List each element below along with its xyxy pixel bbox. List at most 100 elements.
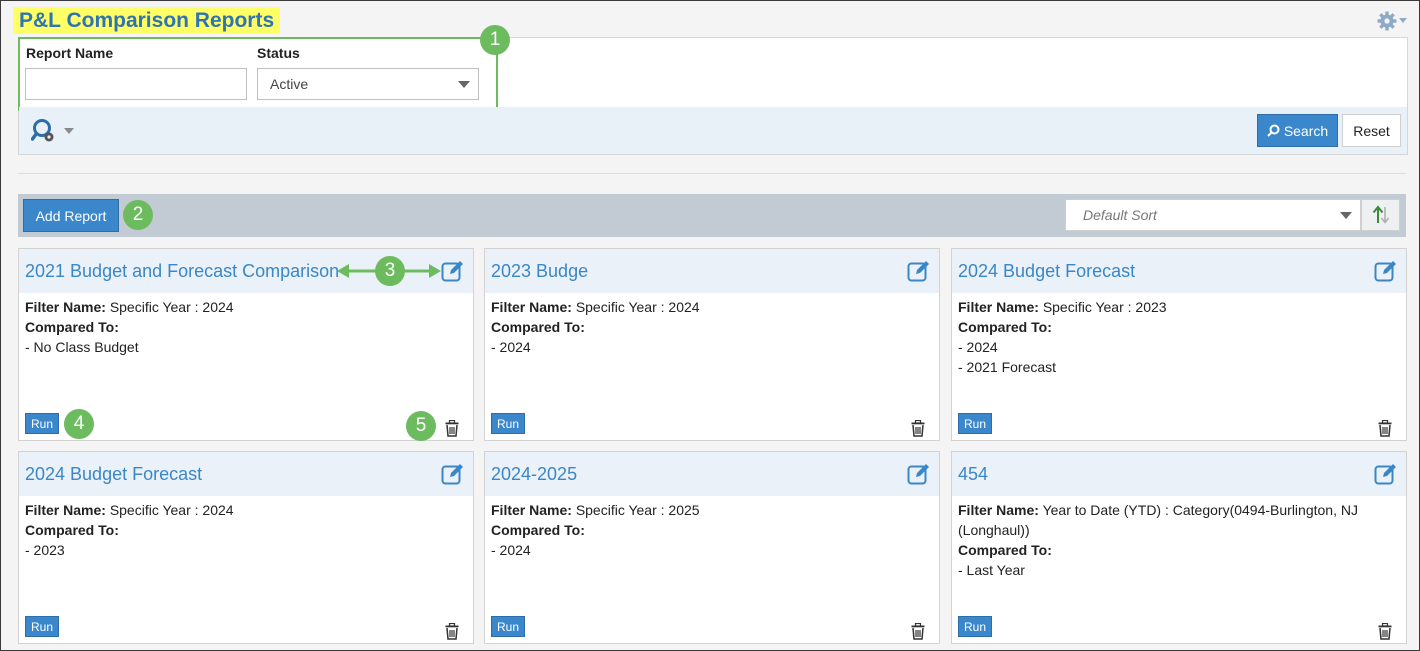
status-select[interactable]: Active — [257, 68, 479, 100]
report-details: Filter Name: Specific Year : 2025 Compar… — [491, 500, 931, 560]
page-title: P&L Comparison Reports — [13, 7, 281, 34]
app-frame: P&L Comparison Reports Report Name Statu… — [0, 0, 1420, 651]
edit-icon[interactable] — [441, 463, 465, 485]
report-name-input[interactable] — [25, 68, 247, 100]
report-card: 2024-2025 Filter Name: Specific Year : 2… — [484, 451, 940, 644]
chevron-down-icon — [1399, 18, 1407, 23]
compared-item: - No Class Budget — [25, 339, 139, 355]
filter-name-label: Filter Name: — [25, 502, 106, 518]
filter-name-line: Filter Name: Specific Year : 2023 — [958, 297, 1398, 317]
compared-item: - Last Year — [958, 562, 1025, 578]
filter-fields-group: Report Name Status Active — [18, 37, 498, 111]
report-title-link[interactable]: 2024 Budget Forecast — [958, 261, 1135, 282]
compared-item: - 2024 — [491, 542, 531, 558]
edit-icon[interactable] — [907, 463, 931, 485]
sort-direction-button[interactable] — [1361, 199, 1400, 231]
settings-menu[interactable] — [1377, 11, 1407, 31]
filter-name-line: Filter Name: Year to Date (YTD) : Catego… — [958, 500, 1358, 540]
run-button[interactable]: Run — [25, 616, 59, 637]
report-details: Filter Name: Specific Year : 2023 Compar… — [958, 297, 1398, 377]
report-card: 2023 Budge Filter Name: Specific Year : … — [484, 248, 940, 441]
report-card-header: 2023 Budge — [485, 249, 939, 293]
section-divider — [18, 173, 1406, 174]
filter-name-label: Filter Name: — [491, 299, 572, 315]
filter-name-label: Filter Name: — [491, 502, 572, 518]
filter-name-line: Filter Name: Specific Year : 2025 — [491, 500, 931, 520]
report-name-label: Report Name — [26, 45, 114, 61]
report-card-header: 454 — [952, 452, 1406, 496]
report-title-link[interactable]: 2021 Budget and Forecast Comparison — [25, 261, 339, 282]
report-title-link[interactable]: 454 — [958, 464, 988, 485]
add-report-button[interactable]: Add Report — [23, 199, 119, 232]
chevron-down-icon — [64, 127, 74, 134]
filter-name-value: Specific Year : 2023 — [1042, 299, 1167, 315]
sort-value: Default Sort — [1083, 207, 1157, 223]
callout-2: 2 — [123, 200, 153, 230]
trash-icon[interactable] — [1378, 420, 1392, 437]
filter-name-label: Filter Name: — [958, 502, 1039, 518]
filter-name-line: Filter Name: Specific Year : 2024 — [25, 297, 465, 317]
sort-select[interactable]: Default Sort — [1065, 199, 1361, 231]
sort-direction-icon — [1372, 205, 1389, 224]
report-card-header: 2024 Budget Forecast — [952, 249, 1406, 293]
edit-icon[interactable] — [907, 260, 931, 282]
filter-name-value: Specific Year : 2024 — [575, 299, 700, 315]
callout-3: 3 — [375, 256, 405, 286]
reset-button[interactable]: Reset — [1342, 114, 1401, 147]
filter-panel: Report Name Status Active 1 Search Reset — [18, 25, 1408, 155]
search-settings-icon — [31, 119, 54, 142]
filter-name-label: Filter Name: — [958, 299, 1039, 315]
magnifier-icon — [1267, 124, 1280, 137]
run-button[interactable]: Run — [25, 413, 59, 434]
compared-item: - 2024 — [491, 339, 531, 355]
compared-to-label: Compared To: — [958, 319, 1052, 335]
search-settings-button[interactable] — [31, 118, 74, 144]
callout-4: 4 — [64, 409, 94, 439]
search-button-label: Search — [1283, 122, 1329, 139]
report-title-link[interactable]: 2023 Budge — [491, 261, 588, 282]
edit-icon[interactable] — [1374, 260, 1398, 282]
filter-name-line: Filter Name: Specific Year : 2024 — [25, 500, 465, 520]
report-card: 2024 Budget Forecast Filter Name: Specif… — [18, 451, 474, 644]
trash-icon[interactable] — [445, 623, 459, 640]
chevron-down-icon — [1340, 212, 1352, 219]
run-button[interactable]: Run — [491, 413, 525, 434]
compared-to-label: Compared To: — [491, 522, 585, 538]
report-details: Filter Name: Specific Year : 2024 Compar… — [491, 297, 931, 357]
compared-to-label: Compared To: — [25, 522, 119, 538]
callout-5: 5 — [406, 411, 436, 441]
trash-icon[interactable] — [445, 420, 459, 437]
status-label: Status — [257, 45, 300, 61]
filter-name-label: Filter Name: — [25, 299, 106, 315]
run-button[interactable]: Run — [958, 616, 992, 637]
compared-item: - 2024 — [958, 339, 998, 355]
filter-name-value: Specific Year : 2025 — [575, 502, 700, 518]
run-button[interactable]: Run — [491, 616, 525, 637]
compared-item: - 2021 Forecast — [958, 359, 1057, 375]
report-details: Filter Name: Specific Year : 2024 Compar… — [25, 500, 465, 560]
compared-item: - 2023 — [25, 542, 65, 558]
report-card-header: 2024-2025 — [485, 452, 939, 496]
status-value: Active — [270, 76, 309, 92]
report-title-link[interactable]: 2024 Budget Forecast — [25, 464, 202, 485]
compared-to-label: Compared To: — [25, 319, 119, 335]
compared-to-label: Compared To: — [491, 319, 585, 335]
gear-icon — [1377, 11, 1397, 31]
compared-to-label: Compared To: — [958, 542, 1052, 558]
edit-icon[interactable] — [1374, 463, 1398, 485]
report-card: 2024 Budget Forecast Filter Name: Specif… — [951, 248, 1407, 441]
trash-icon[interactable] — [911, 420, 925, 437]
edit-icon[interactable] — [441, 260, 465, 282]
search-button[interactable]: Search — [1257, 114, 1338, 147]
filter-name-value: Specific Year : 2024 — [109, 502, 234, 518]
report-details: Filter Name: Specific Year : 2024 Compar… — [25, 297, 465, 357]
filter-name-value: Specific Year : 2024 — [109, 299, 234, 315]
run-button[interactable]: Run — [958, 413, 992, 434]
callout-1: 1 — [480, 25, 510, 55]
report-card-header: 2024 Budget Forecast — [19, 452, 473, 496]
trash-icon[interactable] — [1378, 623, 1392, 640]
chevron-down-icon — [458, 81, 470, 88]
report-title-link[interactable]: 2024-2025 — [491, 464, 577, 485]
report-details: Filter Name: Year to Date (YTD) : Catego… — [958, 500, 1358, 580]
trash-icon[interactable] — [911, 623, 925, 640]
